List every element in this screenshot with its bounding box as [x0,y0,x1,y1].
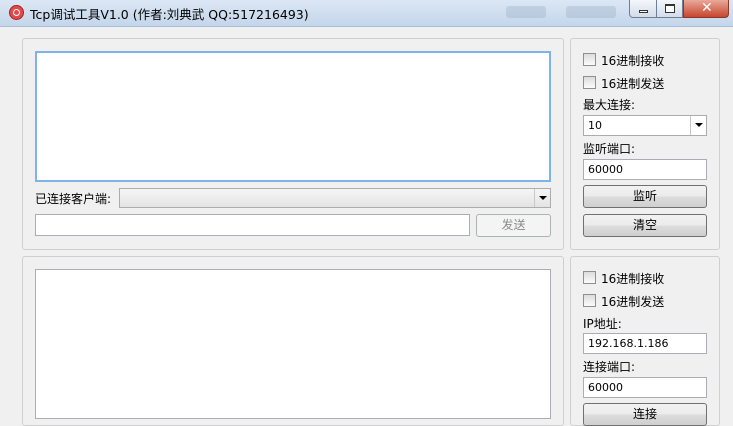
listen-port-input[interactable]: 60000 [583,159,707,180]
connect-button[interactable]: 连接 [583,403,707,426]
client-hex-receive-label: 16进制接收 [601,272,665,286]
ip-address-value: 192.168.1.186 [588,337,669,350]
listen-button[interactable]: 监听 [583,185,707,208]
server-hex-send-checkbox[interactable] [583,76,596,89]
minimize-icon [639,10,648,13]
client-hex-send-checkbox[interactable] [583,294,596,307]
maximize-button[interactable] [656,0,683,18]
max-connections-select[interactable]: 10 [583,115,707,136]
app-icon [9,5,24,20]
client-receive-textarea[interactable] [35,269,551,419]
client-select[interactable] [119,188,551,208]
max-connections-value: 10 [588,119,602,132]
ip-address-label: IP地址: [583,317,622,331]
client-label: 已连接客户端: [35,192,112,206]
max-connections-label: 最大连接: [583,98,636,112]
connect-port-input[interactable]: 60000 [583,377,707,398]
server-receive-textarea[interactable] [35,51,551,182]
maximize-icon [665,4,675,13]
chevron-down-icon[interactable] [534,189,550,207]
server-hex-send-label: 16进制发送 [601,77,665,91]
clear-button[interactable]: 清空 [583,214,707,237]
connect-port-value: 60000 [588,381,623,394]
server-hex-receive-checkbox[interactable] [583,53,596,66]
connect-port-label: 连接端口: [583,360,636,374]
server-send-input[interactable] [35,214,470,236]
ip-address-input[interactable]: 192.168.1.186 [583,333,707,354]
listen-port-value: 60000 [588,163,623,176]
minimize-button[interactable] [629,0,657,18]
window-title: Tcp调试工具V1.0 (作者:刘典武 QQ:517216493) [30,7,309,22]
titlebar-background-blur [506,6,546,18]
titlebar-background-blur [566,6,616,18]
client-hex-receive-checkbox[interactable] [583,271,596,284]
client-hex-send-label: 16进制发送 [601,295,665,309]
server-hex-receive-label: 16进制接收 [601,54,665,68]
close-button[interactable]: ✕ [683,0,729,18]
send-button[interactable]: 发送 [476,214,551,237]
chevron-down-icon[interactable] [690,116,706,135]
listen-port-label: 监听端口: [583,142,636,156]
close-icon: ✕ [701,0,713,16]
title-bar: Tcp调试工具V1.0 (作者:刘典武 QQ:517216493) ✕ [0,0,733,27]
